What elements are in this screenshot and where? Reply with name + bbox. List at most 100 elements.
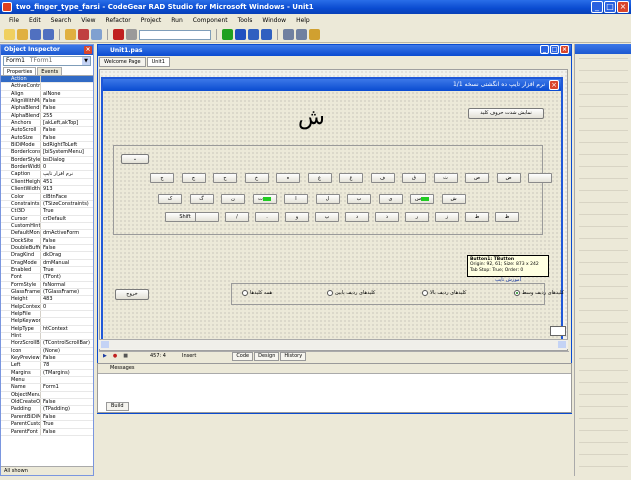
run-icon[interactable] bbox=[222, 29, 233, 40]
property-value[interactable]: True bbox=[41, 267, 93, 273]
editor-tab[interactable]: Welcome Page bbox=[99, 57, 146, 67]
menu-help[interactable]: Help bbox=[291, 17, 315, 24]
property-row[interactable]: CustomHint bbox=[1, 222, 93, 231]
property-value[interactable]: (TGlassFrame) bbox=[41, 289, 93, 295]
property-row[interactable]: Enabled True bbox=[1, 266, 93, 275]
keyboard-key[interactable]: ذ bbox=[375, 212, 399, 222]
property-value[interactable]: (TFont) bbox=[41, 274, 93, 280]
property-value[interactable]: Form1 bbox=[41, 384, 93, 390]
row-radio[interactable]: کلیدهای ردیف پایین bbox=[327, 290, 375, 296]
keyboard-key[interactable]: ر bbox=[405, 212, 429, 222]
property-value[interactable]: [akLeft,akTop] bbox=[41, 120, 93, 126]
save-icon[interactable] bbox=[30, 29, 41, 40]
property-value[interactable]: bsDialog bbox=[41, 157, 93, 163]
tab-code[interactable]: Code bbox=[232, 352, 254, 361]
property-row[interactable]: Name Form1 bbox=[1, 384, 93, 392]
property-row[interactable]: Left 78 bbox=[1, 362, 93, 370]
minimize-button[interactable]: _ bbox=[591, 1, 603, 13]
property-row[interactable]: FormStyle fsNormal bbox=[1, 281, 93, 289]
menu-search[interactable]: Search bbox=[46, 17, 77, 24]
row-radio[interactable]: کلیدهای ردیف وسط bbox=[514, 290, 564, 296]
property-row[interactable]: Height 483 bbox=[1, 296, 93, 304]
property-row[interactable]: HelpFile bbox=[1, 311, 93, 319]
property-row[interactable]: DoubleBufferedFalse bbox=[1, 244, 93, 253]
editor-tab[interactable]: Unit1 bbox=[146, 57, 170, 67]
keyboard-key[interactable]: ا bbox=[284, 194, 308, 204]
property-row[interactable]: Action bbox=[1, 76, 93, 84]
property-value[interactable]: fsNormal bbox=[41, 282, 93, 288]
row-radio[interactable]: همه کلیدها bbox=[242, 290, 272, 296]
property-row[interactable]: HelpContext 0 bbox=[1, 303, 93, 311]
record-icon[interactable]: ● bbox=[113, 352, 117, 361]
open-project-icon[interactable] bbox=[65, 29, 76, 40]
close-button[interactable]: × bbox=[617, 1, 629, 13]
property-row[interactable]: ClientHeight 451 bbox=[1, 178, 93, 187]
keyboard-key[interactable]: ص bbox=[465, 173, 489, 183]
keyboard-key[interactable]: ث bbox=[433, 173, 458, 183]
build-tab[interactable]: Build bbox=[106, 402, 129, 411]
keyboard-key[interactable]: و bbox=[285, 212, 309, 222]
size-grip[interactable] bbox=[550, 326, 566, 336]
menu-component[interactable]: Component bbox=[188, 17, 233, 24]
keyboard-key[interactable]: ز bbox=[435, 212, 459, 222]
property-value[interactable]: False bbox=[41, 245, 93, 251]
editor-close-button[interactable]: × bbox=[560, 45, 569, 54]
designed-form[interactable]: نرم افزار تایپ ده انگشتی نسخه 1/1 × ش نم… bbox=[101, 77, 564, 349]
keyboard-key[interactable]: غ bbox=[339, 173, 363, 183]
property-row[interactable]: ParentBiDiModeFalse bbox=[1, 413, 93, 422]
property-value[interactable]: (TSizeConstraints) bbox=[41, 201, 93, 207]
property-row[interactable]: ClientWidth 913 bbox=[1, 186, 93, 194]
menu-edit[interactable]: Edit bbox=[24, 17, 46, 24]
property-value[interactable]: False bbox=[41, 355, 93, 361]
keyboard-key[interactable]: ض bbox=[496, 173, 521, 183]
save-all-icon[interactable] bbox=[43, 29, 54, 40]
keyboard-key[interactable]: ح bbox=[213, 173, 237, 183]
property-value[interactable]: False bbox=[41, 105, 93, 111]
keyboard-key[interactable]: ه bbox=[276, 173, 300, 183]
property-value[interactable]: dmActiveForm bbox=[41, 230, 93, 236]
scroll-left-icon[interactable] bbox=[101, 341, 109, 348]
menu-window[interactable]: Window bbox=[257, 17, 291, 24]
property-row[interactable]: Ctl3D True bbox=[1, 208, 93, 216]
keyboard-key[interactable]: ش bbox=[441, 194, 466, 204]
property-row[interactable]: HorzScrollBar(TControlScrollBar) bbox=[1, 340, 93, 348]
keyboard-key[interactable]: ک bbox=[158, 194, 182, 204]
property-value[interactable] bbox=[41, 377, 93, 383]
property-value[interactable] bbox=[41, 392, 93, 398]
property-row[interactable]: Menu bbox=[1, 377, 93, 385]
menu-run[interactable]: Run bbox=[166, 17, 188, 24]
keyboard-key[interactable] bbox=[528, 173, 552, 183]
property-value[interactable]: True bbox=[41, 208, 93, 214]
object-selector[interactable]: Form1 TForm1 ▼ bbox=[3, 56, 91, 66]
new-icon[interactable] bbox=[4, 29, 15, 40]
property-row[interactable]: AlphaBlend False bbox=[1, 105, 93, 113]
property-row[interactable]: BorderStyle bsDialog bbox=[1, 156, 93, 165]
property-row[interactable]: Padding (TPadding) bbox=[1, 406, 93, 414]
property-row[interactable]: AlignWithMarginsFalse bbox=[1, 98, 93, 106]
property-value[interactable]: False bbox=[41, 127, 93, 133]
property-value[interactable] bbox=[41, 311, 93, 317]
tab-history[interactable]: History bbox=[280, 352, 307, 361]
menu-tools[interactable]: Tools bbox=[233, 17, 258, 24]
property-value[interactable]: dkDrag bbox=[41, 252, 93, 258]
remove-icon[interactable] bbox=[78, 29, 89, 40]
back-icon[interactable] bbox=[283, 29, 294, 40]
stop-icon[interactable]: ■ bbox=[123, 352, 128, 361]
property-value[interactable]: alNone bbox=[41, 91, 93, 97]
property-row[interactable]: Align alNone bbox=[1, 90, 93, 99]
property-row[interactable]: Anchors [akLeft,akTop] bbox=[1, 120, 93, 128]
property-value[interactable]: False bbox=[41, 414, 93, 420]
keyboard-key[interactable]: ج bbox=[150, 173, 174, 183]
property-value[interactable]: htContext bbox=[41, 326, 93, 332]
open-icon[interactable] bbox=[17, 29, 28, 40]
property-row[interactable]: Cursor crDefault bbox=[1, 215, 93, 223]
close-icon[interactable]: × bbox=[84, 46, 92, 54]
component-icon[interactable] bbox=[309, 29, 320, 40]
property-value[interactable]: (TControlScrollBar) bbox=[41, 340, 93, 346]
menu-project[interactable]: Project bbox=[136, 17, 167, 24]
step-over-icon[interactable] bbox=[248, 29, 259, 40]
property-row[interactable]: ActiveControl bbox=[1, 83, 93, 91]
property-row[interactable]: BiDiMode bdRightToLeft bbox=[1, 142, 93, 150]
trace-into-icon[interactable] bbox=[261, 29, 272, 40]
property-value[interactable]: False bbox=[41, 238, 93, 244]
